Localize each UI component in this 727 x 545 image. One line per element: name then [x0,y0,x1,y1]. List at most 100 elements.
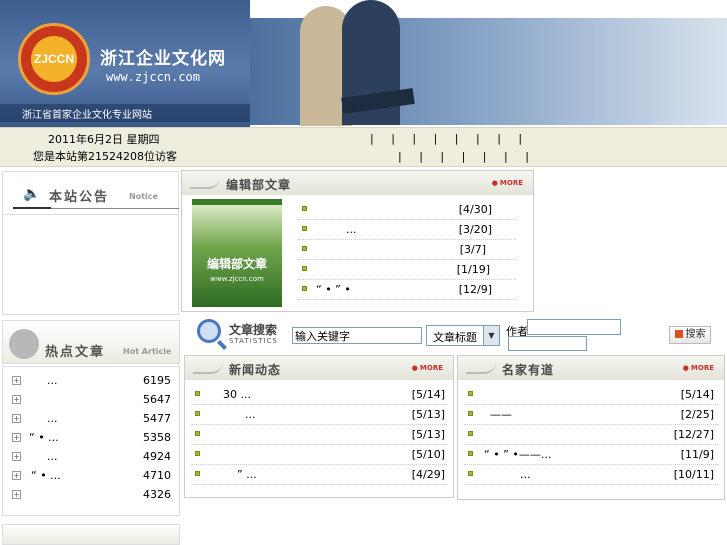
bullet-icon [302,286,307,291]
site-url: www.zjccn.com [106,70,200,84]
list-item[interactable]: + ... 5477 [3,409,179,429]
list-item-date: [12/9] [458,283,492,296]
notice-divider-accent [13,207,51,209]
nav-menu-row-2[interactable]: | | | | | | | [398,150,529,163]
list-item-title[interactable]: “ • ” •——... [484,448,551,461]
thumbnail-url: www.zjccn.com [210,275,264,283]
list-item-title[interactable]: “ • ” • [316,283,351,296]
bullet-icon [302,246,307,251]
list-item-title[interactable]: ... [47,412,58,425]
list-item[interactable]: [4/30] [298,200,516,220]
bullet-icon [195,391,200,396]
list-item-date: [1/19] [456,263,490,276]
list-item-date: [5/10] [411,448,445,461]
bullet-icon [302,266,307,271]
editorial-panel: 编辑部文章 MORE 编辑部文章 www.zjccn.com [4/30] ..… [181,170,534,312]
famous-more-link[interactable]: MORE [683,364,714,372]
list-item[interactable]: “ • ” •——... [11/9] [464,445,718,465]
list-item-title[interactable]: —— [490,408,512,421]
header-swirl-icon [193,362,223,374]
search-input[interactable] [292,327,422,344]
list-item[interactable]: ... [10/11] [464,465,718,485]
bullet-icon [195,411,200,416]
list-item[interactable]: + ... 4924 [3,447,179,467]
author-input[interactable] [527,319,621,335]
hot-articles-list: + ... 6195 + 5647 + ... 5477 + “ • ... 5… [2,366,180,516]
list-item[interactable]: + “ • ... 4710 [3,466,179,486]
famous-header: 名家有道 MORE [458,356,724,380]
list-item-title[interactable]: ... [245,408,256,421]
list-item[interactable]: + “ • ... 5358 [3,428,179,448]
search-subtitle: STATISTICS [229,337,278,345]
list-item-date: [10/11] [673,468,714,481]
list-item[interactable]: [5/10] [191,445,447,465]
nav-menu-row-1[interactable]: | | | | | | | | [370,132,522,145]
list-item[interactable]: + 4326 [3,485,179,505]
list-item[interactable]: [12/27] [464,425,718,445]
current-date: 2011年6月2日 星期四 [48,133,160,146]
thumbnail-caption: 编辑部文章 [206,257,267,271]
list-item[interactable]: [3/7] [298,240,516,260]
hot-articles-header: 热点文章 Hot Article [2,320,180,364]
speaker-icon: 🔈 [23,186,41,202]
plus-icon: + [12,490,21,499]
list-item-date: [5/14] [411,388,445,401]
list-item-title[interactable]: “ • ... [29,431,59,444]
search-field-select[interactable]: 文章标题 ▼ [426,325,500,346]
list-item-date: [12/27] [673,428,714,441]
list-item[interactable]: [5/14] [464,385,718,405]
article-search-bar: 文章搜索 STATISTICS 文章标题 ▼ 作者: 搜索 [183,317,727,353]
list-item[interactable]: + 5647 [3,390,179,410]
list-item[interactable]: + ... 6195 [3,371,179,391]
famous-panel: 名家有道 MORE [5/14] —— [2/25] [12/27] “ • ”… [457,355,725,500]
extra-search-input[interactable] [508,336,587,351]
search-title: 文章搜索 [229,323,278,337]
list-item[interactable]: [1/19] [298,260,516,280]
bullet-icon [468,411,473,416]
plus-icon: + [12,376,21,385]
editorial-thumbnail[interactable]: 编辑部文章 www.zjccn.com [192,199,282,307]
editorial-title: 编辑部文章 [226,178,292,192]
list-item-count: 6195 [143,374,171,387]
list-item-title[interactable]: “ • ... [31,469,61,482]
list-item-title[interactable]: ... [346,223,357,236]
news-header: 新闻动态 MORE [185,356,453,380]
search-button[interactable]: 搜索 [669,326,711,344]
list-item[interactable]: ” ... [4/29] [191,465,447,485]
list-item-title[interactable]: ... [520,468,531,481]
list-item[interactable]: “ • ” • [12/9] [298,280,516,300]
row-divider [298,299,516,300]
editorial-more-link[interactable]: MORE [492,179,523,187]
search-select-value: 文章标题 [433,331,477,344]
famous-list: [5/14] —— [2/25] [12/27] “ • ” •——... [1… [464,385,718,490]
plus-icon: + [12,395,21,404]
list-item[interactable]: [5/13] [191,425,447,445]
bullet-icon [195,431,200,436]
list-item-date: [4/30] [458,203,492,216]
list-item[interactable]: ... [5/13] [191,405,447,425]
list-item-title[interactable]: ... [47,374,58,387]
list-item-title[interactable]: ” ... [237,468,257,481]
chevron-down-icon[interactable]: ▼ [483,326,499,345]
list-item-date: [4/29] [411,468,445,481]
row-divider [191,484,447,485]
news-panel: 新闻动态 MORE 30 ... [5/14] ... [5/13] [5/13… [184,355,454,498]
next-section-header [2,524,180,545]
list-item-count: 5647 [143,393,171,406]
magnifier-handle [217,340,227,350]
site-logo[interactable]: ZJCCN [18,23,90,95]
list-item-title[interactable]: 30 ... [223,388,251,401]
hot-articles-subtitle: Hot Article [123,347,172,356]
list-item[interactable]: 30 ... [5/14] [191,385,447,405]
list-item-count: 4326 [143,488,171,501]
bullet-icon [468,451,473,456]
header-swirl-icon [190,177,220,189]
news-more-link[interactable]: MORE [412,364,443,372]
hot-article-icon [9,329,39,359]
bullet-icon [468,391,473,396]
list-item[interactable]: ... [3/20] [298,220,516,240]
list-item[interactable]: —— [2/25] [464,405,718,425]
notice-body [2,215,179,315]
list-item-title[interactable]: ... [47,450,58,463]
list-item-count: 4924 [143,450,171,463]
